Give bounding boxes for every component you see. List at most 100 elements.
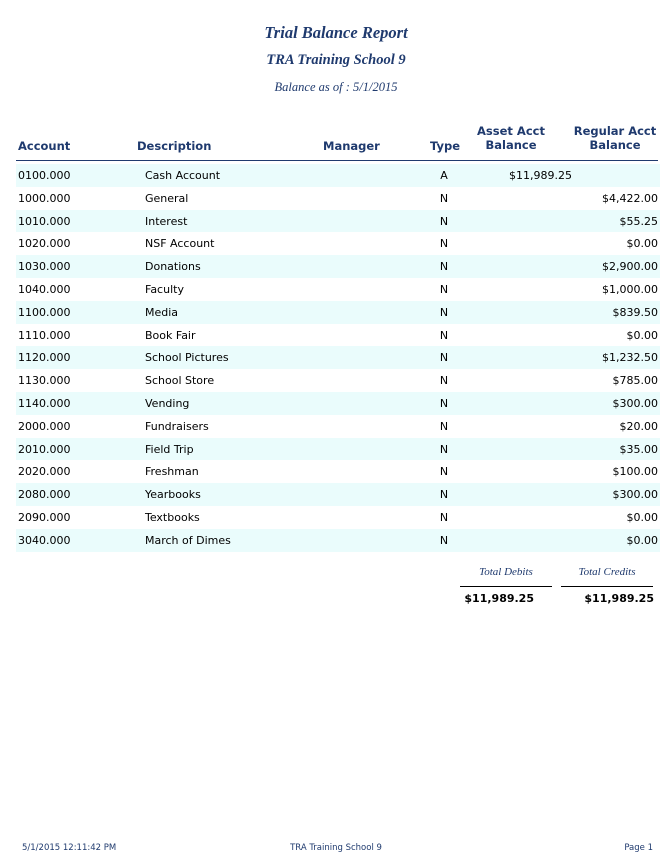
description-cell: Faculty bbox=[145, 282, 184, 296]
regular-balance-cell: $1,232.50 bbox=[602, 351, 658, 365]
type-cell: N bbox=[439, 396, 449, 410]
column-header-manager: Manager bbox=[323, 139, 380, 153]
total-debits-label: Total Debits bbox=[479, 566, 533, 578]
account-cell: 3040.000 bbox=[18, 533, 71, 547]
account-cell: 2080.000 bbox=[18, 488, 71, 502]
total-credits-value: $11,989.25 bbox=[584, 592, 654, 605]
account-cell: 1020.000 bbox=[18, 237, 71, 251]
type-cell: N bbox=[439, 214, 449, 228]
table-row: 1120.000 School Pictures N $1,232.50 bbox=[16, 346, 660, 370]
asset-balance-cell: $11,989.25 bbox=[509, 169, 572, 182]
column-header-regular-line1: Regular Acct bbox=[573, 124, 657, 138]
regular-balance-cell: $100.00 bbox=[612, 465, 659, 479]
type-cell: N bbox=[439, 328, 449, 342]
table-row: 2000.000 Fundraisers N $20.00 bbox=[16, 415, 660, 438]
regular-balance-cell: $0.00 bbox=[626, 510, 659, 524]
type-cell: N bbox=[439, 282, 449, 296]
regular-balance-cell: $4,422.00 bbox=[602, 191, 658, 205]
school-name: TRA Training School 9 bbox=[266, 52, 406, 68]
account-cell: 1000.000 bbox=[18, 191, 71, 205]
type-cell: N bbox=[439, 442, 449, 456]
column-header-regular-line2: Balance bbox=[589, 138, 641, 152]
description-cell: Yearbooks bbox=[145, 488, 201, 502]
account-cell: 1030.000 bbox=[18, 260, 71, 274]
account-cell: 0100.000 bbox=[18, 169, 71, 182]
regular-balance-cell: $0.00 bbox=[626, 328, 659, 342]
description-cell: Book Fair bbox=[145, 328, 196, 342]
total-credits-divider bbox=[561, 586, 653, 587]
type-cell: N bbox=[439, 488, 449, 502]
description-cell: Field Trip bbox=[145, 442, 194, 456]
type-cell: A bbox=[440, 169, 448, 182]
balance-table: 0100.000 Cash Account A $11,989.25 1000.000 G… bbox=[16, 164, 660, 552]
account-cell: 1110.000 bbox=[18, 328, 71, 342]
description-cell: Textbooks bbox=[145, 510, 200, 524]
account-cell: 1130.000 bbox=[18, 374, 71, 388]
table-row: 1020.000 NSF Account N $0.00 bbox=[16, 232, 660, 255]
account-cell: 2090.000 bbox=[18, 510, 71, 524]
type-cell: N bbox=[439, 510, 449, 524]
account-cell: 2020.000 bbox=[18, 465, 71, 479]
type-cell: N bbox=[439, 533, 449, 547]
description-cell: Cash Account bbox=[145, 169, 221, 182]
regular-balance-cell: $785.00 bbox=[612, 374, 659, 388]
description-cell: Freshman bbox=[145, 465, 199, 479]
column-header-asset-line1: Asset Acct bbox=[477, 124, 545, 138]
header-divider bbox=[16, 160, 658, 161]
regular-balance-cell: $20.00 bbox=[619, 419, 659, 433]
total-credits-label: Total Credits bbox=[578, 566, 636, 578]
column-header-account: Account bbox=[18, 139, 71, 153]
column-header-asset-balance: Asset Acct Balance bbox=[468, 124, 554, 152]
description-cell: Fundraisers bbox=[145, 419, 209, 433]
type-cell: N bbox=[439, 305, 449, 319]
type-cell: N bbox=[439, 374, 449, 388]
regular-balance-cell: $35.00 bbox=[619, 442, 659, 456]
description-cell: Vending bbox=[145, 396, 190, 410]
footer-page-number: Page 1 bbox=[624, 843, 653, 853]
table-row: 2090.000 Textbooks N $0.00 bbox=[16, 506, 660, 529]
table-row: 1040.000 Faculty N $1,000.00 bbox=[16, 278, 660, 301]
type-cell: N bbox=[439, 260, 449, 274]
column-header-description: Description bbox=[137, 139, 212, 153]
column-header-asset-line2: Balance bbox=[485, 138, 537, 152]
table-row: 2020.000 Freshman N $100.00 bbox=[16, 460, 660, 483]
regular-balance-cell: $2,900.00 bbox=[602, 260, 658, 274]
total-debits-value: $11,989.25 bbox=[464, 592, 534, 605]
description-cell: Donations bbox=[145, 260, 201, 274]
account-cell: 1040.000 bbox=[18, 282, 71, 296]
table-row: 1110.000 Book Fair N $0.00 bbox=[16, 324, 660, 347]
total-debits-divider bbox=[460, 586, 552, 587]
regular-balance-cell: $0.00 bbox=[626, 533, 659, 547]
description-cell: NSF Account bbox=[145, 237, 215, 251]
table-row: 1130.000 School Store N $785.00 bbox=[16, 369, 660, 392]
table-row: 1000.000 General N $4,422.00 bbox=[16, 187, 660, 210]
description-cell: School Pictures bbox=[145, 351, 229, 365]
regular-balance-cell: $55.25 bbox=[619, 214, 659, 228]
table-row: 2080.000 Yearbooks N $300.00 bbox=[16, 483, 660, 506]
regular-balance-cell: $300.00 bbox=[612, 488, 659, 502]
balance-as-of: Balance as of : 5/1/2015 bbox=[274, 80, 398, 94]
account-cell: 1010.000 bbox=[18, 214, 71, 228]
regular-balance-cell: $0.00 bbox=[626, 237, 659, 251]
type-cell: N bbox=[439, 419, 449, 433]
footer-school-name: TRA Training School 9 bbox=[290, 843, 382, 853]
account-cell: 1100.000 bbox=[18, 305, 71, 319]
description-cell: March of Dimes bbox=[145, 533, 231, 547]
table-row: 0100.000 Cash Account A $11,989.25 bbox=[16, 164, 660, 187]
table-row: 1100.000 Media N $839.50 bbox=[16, 300, 660, 324]
account-cell: 1120.000 bbox=[18, 351, 71, 365]
table-row: 1030.000 Donations N $2,900.00 bbox=[16, 255, 660, 278]
table-row: 2010.000 Field Trip N $35.00 bbox=[16, 437, 660, 461]
regular-balance-cell: $1,000.00 bbox=[602, 282, 658, 296]
description-cell: School Store bbox=[145, 374, 215, 388]
account-cell: 2010.000 bbox=[18, 442, 71, 456]
report-title: Trial Balance Report bbox=[264, 23, 408, 42]
table-row: 3040.000 March of Dimes N $0.00 bbox=[16, 528, 660, 552]
type-cell: N bbox=[439, 237, 449, 251]
table-row: 1140.000 Vending N $300.00 bbox=[16, 391, 660, 415]
description-cell: Interest bbox=[145, 214, 188, 228]
table-row: 1010.000 Interest N $55.25 bbox=[16, 209, 660, 233]
description-cell: General bbox=[145, 191, 189, 205]
regular-balance-cell: $839.50 bbox=[612, 305, 659, 319]
type-cell: N bbox=[439, 191, 449, 205]
